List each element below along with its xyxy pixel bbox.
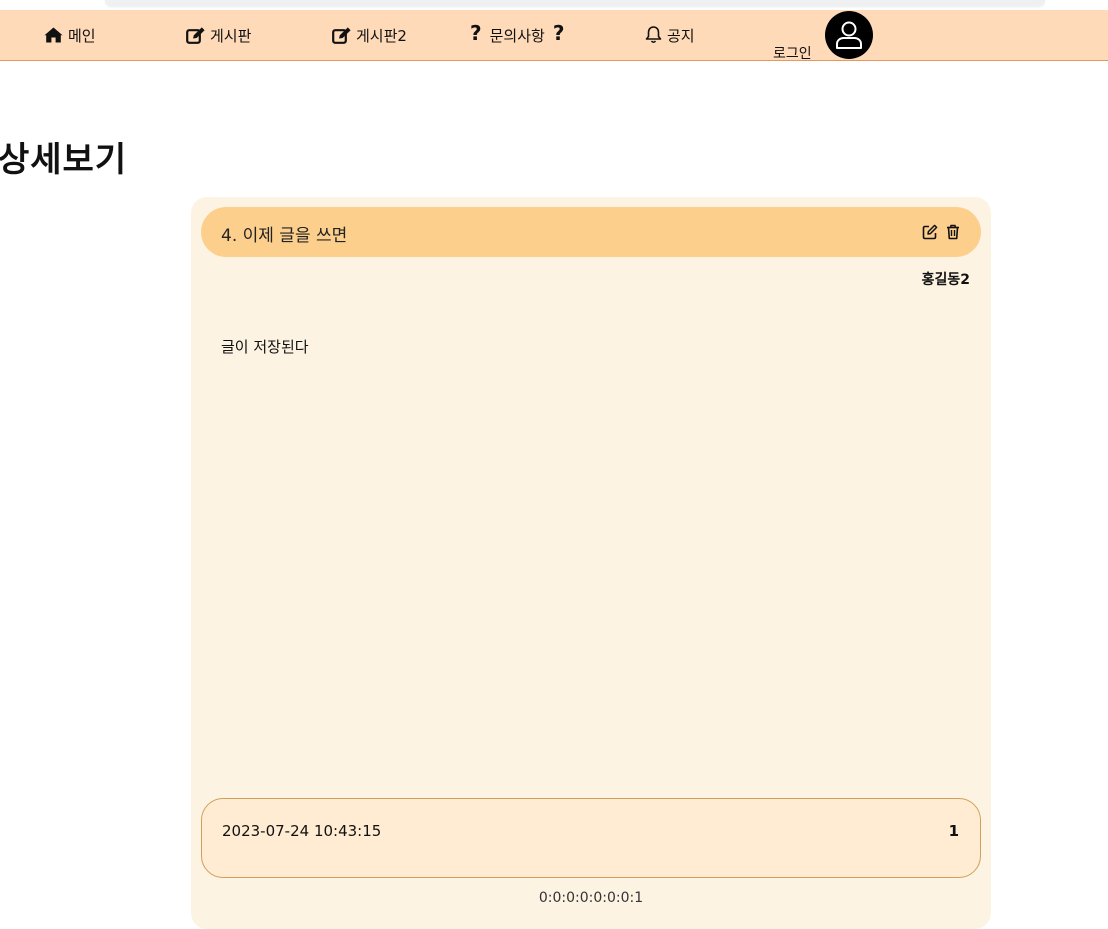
post-ip-address: 0:0:0:0:0:0:0:1 bbox=[538, 890, 644, 906]
edit-icon bbox=[332, 26, 351, 44]
post-view-count: 1 bbox=[948, 822, 959, 840]
post-content: 글이 저장된다 bbox=[221, 338, 309, 356]
nav-item-inquiry[interactable]: ? 문의사항 ? bbox=[470, 10, 564, 60]
browser-bar bbox=[105, 0, 1045, 6]
nav-item-label: 게시판2 bbox=[356, 26, 407, 45]
nav-item-notice[interactable]: 공지 bbox=[645, 10, 695, 60]
question-icon: ? bbox=[470, 21, 482, 45]
nav-item-main[interactable]: 메인 bbox=[44, 10, 96, 60]
post-author: 홍길동2 bbox=[921, 272, 970, 288]
edit-icon bbox=[186, 26, 205, 44]
home-icon bbox=[44, 27, 63, 43]
user-avatar[interactable] bbox=[825, 11, 873, 59]
browser-top-strip bbox=[0, 0, 1108, 10]
nav-item-label: 메인 bbox=[68, 26, 96, 45]
post-detail-card: 4. 이제 글을 쓰면 홍길동2 글이 저장된다 2023-07-24 10:4… bbox=[191, 197, 991, 929]
nav-item-board[interactable]: 게시판 bbox=[186, 10, 251, 60]
navbar: 메인 게시판 게시판2 ? 문의사항 ? 공지 로그인 bbox=[0, 10, 1108, 63]
nav-item-label: 게시판 bbox=[210, 26, 252, 45]
bell-icon bbox=[645, 26, 662, 44]
question-icon: ? bbox=[552, 21, 565, 45]
page-title: 상세보기 bbox=[0, 140, 128, 180]
nav-item-board2[interactable]: 게시판2 bbox=[332, 10, 407, 60]
nav-item-label: 문의사항 bbox=[489, 26, 545, 45]
edit-icon[interactable] bbox=[922, 224, 938, 240]
user-icon bbox=[836, 21, 862, 49]
post-footer: 2023-07-24 10:43:15 1 bbox=[201, 798, 981, 878]
post-date: 2023-07-24 10:43:15 bbox=[222, 822, 382, 840]
login-label[interactable]: 로그인 bbox=[773, 43, 812, 63]
nav-item-label: 공지 bbox=[667, 26, 695, 45]
trash-icon[interactable] bbox=[945, 224, 961, 240]
post-header: 4. 이제 글을 쓰면 bbox=[201, 207, 981, 257]
post-title: 4. 이제 글을 쓰면 bbox=[221, 226, 348, 246]
